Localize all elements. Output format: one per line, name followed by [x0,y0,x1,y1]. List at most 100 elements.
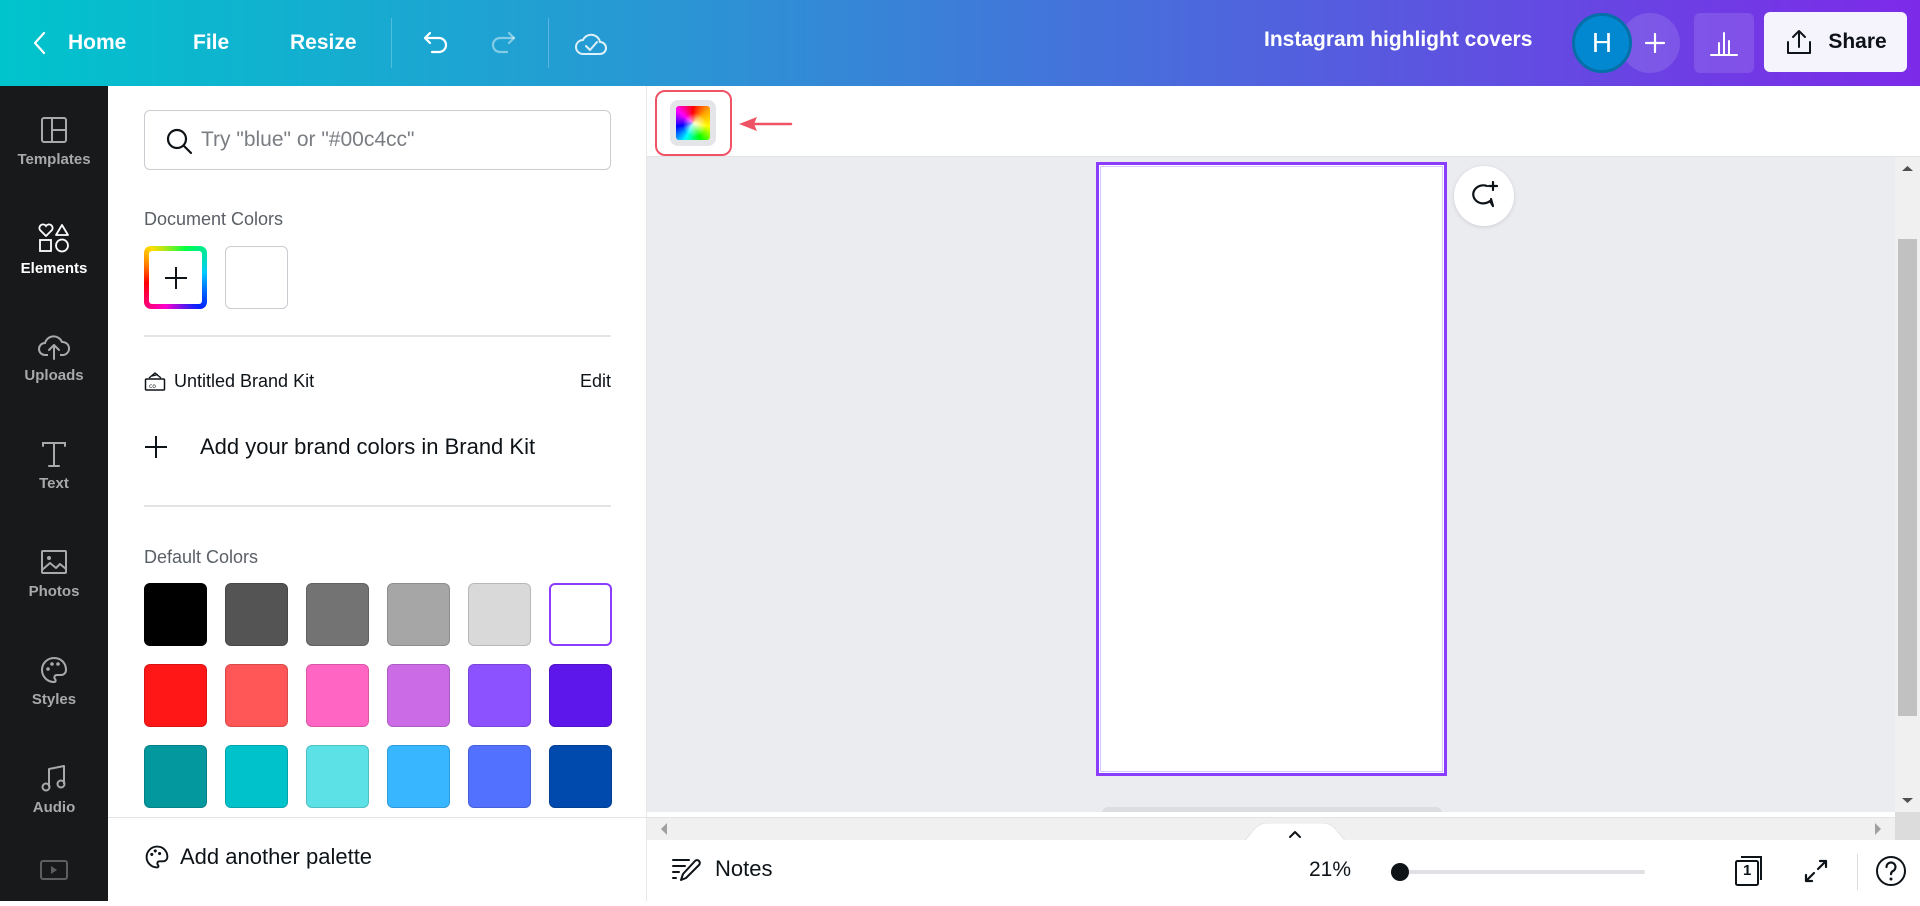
document-color-swatch[interactable] [225,246,288,309]
undo-icon [423,31,448,54]
palette-footer: Add another palette [108,817,646,901]
share-upload-icon [1787,30,1812,54]
default-color-swatch[interactable] [549,664,612,727]
notes-icon [672,859,701,881]
redo-icon [491,31,516,54]
text-color-button[interactable] [670,100,716,146]
edit-brand-kit-link[interactable]: Edit [580,371,611,392]
default-color-swatch[interactable] [387,745,450,808]
default-color-swatch[interactable] [225,745,288,808]
sidebar-item-photos[interactable]: Photos [0,528,108,618]
svg-text:co: co [149,383,156,390]
cloud-saved-icon [575,33,607,55]
plus-icon [1644,32,1666,54]
sidebar-item-uploads[interactable]: Uploads [0,312,108,402]
sidebar-label: Photos [28,582,80,600]
default-color-swatch[interactable] [225,664,288,727]
sidebar-item-text[interactable]: Text [0,420,108,510]
default-color-swatch[interactable] [306,745,369,808]
default-color-swatch[interactable] [225,583,288,646]
add-another-palette-button[interactable]: Add another palette [144,844,372,870]
add-brand-colors-label: Add your brand colors in Brand Kit [200,434,536,459]
default-color-swatch[interactable] [306,583,369,646]
default-color-swatch[interactable] [387,664,450,727]
zoom-slider-handle[interactable] [1391,863,1409,881]
default-color-swatch[interactable] [144,664,207,727]
resize-button[interactable]: Resize [290,22,357,64]
section-divider [144,335,611,337]
fullscreen-button[interactable] [1801,856,1831,891]
file-menu-button[interactable]: File [193,22,229,64]
header-divider [548,18,549,68]
color-search-field[interactable] [144,110,611,170]
design-page[interactable] [1096,162,1447,776]
share-label: Share [1828,30,1887,53]
brand-kit-icon: co [144,372,166,391]
color-search-input[interactable] [201,128,581,152]
default-color-swatch[interactable] [468,664,531,727]
zoom-percentage[interactable]: 21% [1309,858,1351,882]
zoom-slider[interactable] [1391,863,1645,881]
home-label: Home [68,31,127,54]
analytics-button[interactable] [1694,13,1754,73]
plus-icon [145,436,167,458]
sidebar-item-video[interactable] [0,846,108,906]
sidebar-item-styles[interactable]: Styles [0,636,108,726]
palette-icon [145,845,169,869]
editor-toolbar [647,86,1920,157]
cloud-save-status-button[interactable] [570,22,612,64]
scroll-right-icon [1875,823,1881,835]
sidebar-item-audio[interactable]: Audio [0,744,108,834]
templates-icon [41,116,67,143]
page-count-button[interactable]: 1 [1733,854,1767,893]
chevron-left-icon [33,31,46,55]
color-panel: Document Colors co Untitled Brand Kit Ed… [108,86,647,901]
default-color-swatch[interactable] [144,583,207,646]
photos-icon [41,549,67,574]
sidebar-label: Audio [32,798,76,816]
add-comment-button[interactable] [1454,166,1514,226]
notes-label: Notes [715,856,773,881]
sidebar-label: Uploads [24,366,84,384]
avatar-initial: H [1591,27,1613,58]
bottom-bar: Notes 21% 1 [647,840,1920,901]
brand-kit-row: co Untitled Brand Kit Edit [144,366,611,396]
plus-icon [164,266,187,289]
palette-icon [41,656,68,683]
default-color-swatch[interactable] [468,745,531,808]
default-colors-heading: Default Colors [144,547,259,567]
sidebar-item-templates[interactable]: Templates [0,96,108,186]
vertical-scroll-thumb[interactable] [1898,239,1917,716]
document-title[interactable]: Instagram highlight covers [1264,28,1532,52]
next-page-preview [1102,807,1442,812]
help-button[interactable] [1874,854,1908,893]
search-icon [166,128,193,155]
redo-button[interactable] [483,22,525,64]
upload-cloud-icon [38,334,70,360]
share-button[interactable]: Share [1764,12,1907,72]
rainbow-color-picker-icon [676,106,710,140]
user-avatar[interactable]: H [1572,13,1632,73]
default-color-swatch[interactable] [468,583,531,646]
add-document-color-button[interactable] [144,246,207,309]
default-color-swatch[interactable] [549,583,612,646]
undo-button[interactable] [414,22,456,64]
scrollbar-corner [1895,812,1920,840]
default-color-swatch[interactable] [387,583,450,646]
scroll-up-icon [1902,166,1913,171]
add-brand-colors-button[interactable]: Add your brand colors in Brand Kit [144,434,535,460]
text-icon [42,441,66,467]
sidebar-label: Styles [31,690,77,708]
default-color-swatch[interactable] [144,745,207,808]
resize-label: Resize [290,31,357,54]
notes-button[interactable]: Notes [671,855,772,883]
default-color-swatch[interactable] [549,745,612,808]
brand-kit-name: Untitled Brand Kit [174,370,315,391]
elements-icon [38,223,69,252]
sidebar-label: Templates [17,150,91,168]
default-color-swatch[interactable] [306,664,369,727]
home-button[interactable]: Home [30,22,126,64]
sidebar-item-elements[interactable]: Elements [0,204,108,294]
vertical-scrollbar[interactable] [1895,157,1920,812]
analytics-icon [1710,32,1738,56]
